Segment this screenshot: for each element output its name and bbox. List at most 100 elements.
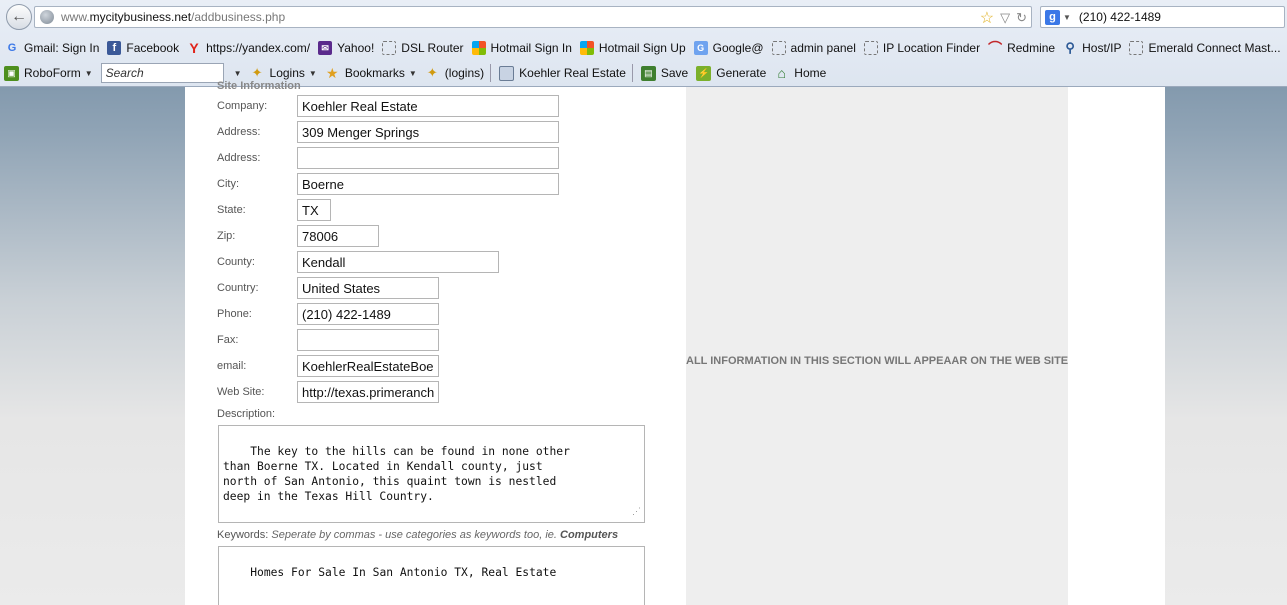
bookmark-dsl-router[interactable]: DSL Router — [382, 41, 464, 55]
back-arrow-icon: ← — [11, 8, 27, 25]
chevron-down-icon: ▼ — [84, 68, 93, 78]
state-field[interactable]: TX — [297, 199, 331, 221]
globe-icon — [40, 10, 54, 24]
generate-button[interactable]: ⚡ Generate — [696, 65, 766, 81]
bookmark-yahoo[interactable]: ✉ Yahoo! — [318, 41, 374, 55]
city-field[interactable]: Boerne — [297, 173, 559, 195]
bookmark-label: Host/IP — [1082, 41, 1122, 55]
website-row: Web Site: http://texas.primeranch — [217, 381, 439, 403]
microsoft-icon — [471, 41, 486, 55]
keywords-textarea[interactable]: Homes For Sale In San Antonio TX, Real E… — [218, 546, 645, 605]
bookmark-star-icon[interactable]: ☆ — [980, 8, 994, 28]
bookmark-admin-panel[interactable]: admin panel — [771, 41, 856, 55]
home-button[interactable]: ⌂ Home — [774, 65, 827, 81]
bookmark-yandex[interactable]: Yhttps://yandex.com/ — [187, 40, 310, 56]
address1-row: Address: 309 Menger Springs — [217, 121, 559, 143]
resize-grip-icon[interactable]: ⋰ — [632, 505, 641, 520]
key-icon: ✦ — [426, 65, 438, 80]
url-bar[interactable]: www.mycitybusiness.net/addbusiness.php ☆… — [34, 6, 1032, 28]
section-title: Site Information — [217, 80, 301, 92]
search-bar[interactable]: g ▼ (210) 422-1489 — [1040, 6, 1285, 28]
bookmark-label: DSL Router — [401, 41, 464, 55]
reload-icon[interactable]: ↻ — [1016, 10, 1027, 26]
website-field[interactable]: http://texas.primeranch — [297, 381, 439, 403]
zip-field[interactable]: 78006 — [297, 225, 379, 247]
fax-row: Fax: — [217, 329, 439, 351]
url-prefix: www. — [61, 10, 90, 24]
search-input[interactable]: (210) 422-1489 — [1079, 10, 1161, 24]
page-content: Site Information Company: Koehler Real E… — [185, 80, 1165, 605]
bookmark-facebook[interactable]: f Facebook — [107, 41, 179, 55]
bookmark-google-at[interactable]: G Google@ — [693, 41, 764, 55]
chevron-down-icon: ▼ — [408, 68, 417, 78]
bookmark-label: Hotmail Sign Up — [598, 41, 686, 55]
chevron-down-icon: ▼ — [308, 68, 317, 78]
chevron-down-icon: ▼ — [233, 68, 242, 78]
bookmark-redmine[interactable]: ⌒ Redmine — [988, 40, 1055, 56]
logins-paren-button[interactable]: ✦ (logins) — [425, 65, 484, 81]
bookmarks-toolbar: G Gmail: Sign In f Facebook Yhttps://yande… — [0, 36, 1287, 60]
bookmark-hotmail-sign-up[interactable]: Hotmail Sign Up — [579, 41, 686, 55]
roboform-search-dropdown[interactable]: ▼ — [234, 69, 242, 78]
phone-field[interactable]: (210) 422-1489 — [297, 303, 439, 325]
blank-page-icon — [1129, 41, 1144, 55]
history-dropdown-icon[interactable]: ▽ — [1000, 10, 1010, 26]
identity-card-icon — [499, 65, 515, 81]
back-button[interactable]: ← — [6, 4, 32, 30]
city-row: City: Boerne — [217, 173, 559, 195]
email-row: email: KoehlerRealEstateBoe — [217, 355, 439, 377]
bookmark-label: Google@ — [712, 41, 764, 55]
bookmark-label: Hotmail Sign In — [490, 41, 572, 55]
bookmark-gmail[interactable]: G Gmail: Sign In — [5, 41, 100, 55]
address1-field[interactable]: 309 Menger Springs — [297, 121, 559, 143]
roboform-menu-button[interactable]: ▣ RoboForm ▼ — [4, 65, 93, 81]
logins-button[interactable]: ✦ Logins ▼ — [250, 65, 317, 81]
state-label: State: — [217, 204, 246, 216]
navigation-bar: ← www.mycitybusiness.net/addbusiness.php… — [0, 0, 1287, 34]
bookmarks-button[interactable]: ★ Bookmarks ▼ — [325, 65, 417, 81]
country-field[interactable]: United States — [297, 277, 439, 299]
company-label: Company: — [217, 100, 268, 112]
address2-field[interactable] — [297, 147, 559, 169]
save-icon: ▤ — [640, 65, 656, 81]
address2-label: Address: — [217, 152, 261, 164]
microsoft-icon — [579, 41, 594, 55]
email-label: email: — [217, 360, 247, 372]
blank-page-icon — [863, 41, 878, 55]
keywords-hint: Seperate by commas - use categories as k… — [271, 529, 557, 541]
description-label: Description: — [217, 408, 276, 420]
roboform-search-input[interactable]: Search — [100, 63, 224, 83]
email-field[interactable]: KoehlerRealEstateBoe — [297, 355, 439, 377]
county-field[interactable]: Kendall — [297, 251, 499, 273]
keywords-label: Keywords: — [217, 529, 269, 541]
bookmark-hotmail-sign-in[interactable]: Hotmail Sign In — [471, 41, 572, 55]
description-textarea[interactable]: The key to the hills can be found in non… — [218, 425, 645, 523]
keywords-label-row: Keywords: Seperate by commas - use categ… — [217, 529, 618, 541]
bookmark-host-ip[interactable]: ⚲ Host/IP — [1063, 40, 1122, 55]
bookmark-ip-location-finder[interactable]: IP Location Finder — [863, 41, 980, 55]
city-label: City: — [217, 178, 239, 190]
save-button[interactable]: ▤ Save — [640, 65, 688, 81]
fax-field[interactable] — [297, 329, 439, 351]
roboform-toolbar: ▣ RoboForm ▼ Search ▼ ✦ Logins ▼ ★ Bookmarks ▼… — [0, 61, 1287, 85]
key-icon: ✦ — [251, 65, 263, 80]
bookmark-label: Gmail: Sign In — [24, 41, 100, 55]
google-icon[interactable]: g — [1045, 9, 1060, 25]
county-label: County: — [217, 256, 255, 268]
mail-icon: ✉ — [318, 41, 333, 55]
state-row: State: TX — [217, 199, 331, 221]
generate-icon: ⚡ — [696, 65, 712, 81]
bookmark-emerald-connect[interactable]: Emerald Connect Mast... — [1129, 41, 1281, 55]
website-label: Web Site: — [217, 386, 265, 398]
country-label: Country: — [217, 282, 259, 294]
url-domain: mycitybusiness.net — [89, 10, 192, 24]
zip-label: Zip: — [217, 230, 236, 242]
search-engine-dropdown-icon[interactable]: ▼ — [1063, 13, 1071, 22]
country-row: Country: United States — [217, 277, 439, 299]
company-field[interactable]: Koehler Real Estate — [297, 95, 559, 117]
identity-button[interactable]: Koehler Real Estate — [499, 65, 626, 81]
phone-row: Phone: (210) 422-1489 — [217, 303, 439, 325]
blank-page-icon — [382, 41, 397, 55]
bookmark-label: Yahoo! — [337, 41, 375, 55]
bookmark-label: admin panel — [790, 41, 856, 55]
